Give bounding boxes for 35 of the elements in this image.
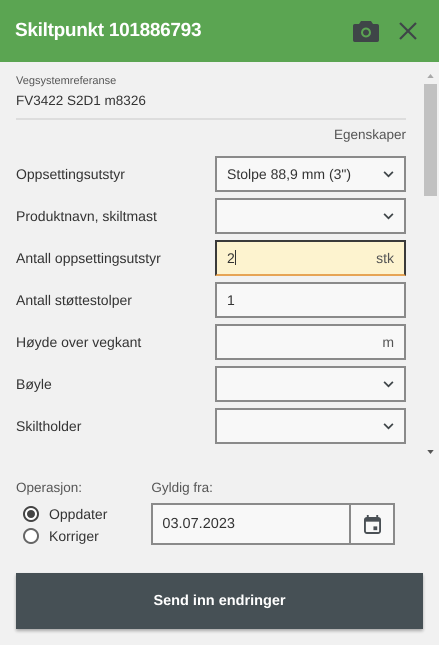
field-label: Antall støttestolper [16,292,133,308]
chevron-down-icon [383,212,394,220]
input-field[interactable]: 2 stk [215,240,406,276]
dropdown-field[interactable] [215,408,406,444]
field-label: Bøyle [16,376,53,392]
radio-option[interactable]: Oppdater [23,503,108,525]
unit-label: stk [376,250,394,266]
submit-button[interactable]: Send inn endringer [16,573,423,629]
unit-label: m [382,334,394,350]
reference-value: FV3422 S2D1 m8326 [16,93,147,108]
section-title: Egenskaper [332,127,406,142]
field-label: Oppsettingsutstyr [16,166,126,182]
scroll-up-icon[interactable] [426,74,434,78]
date-label: Gyldig fra: [151,480,214,495]
date-field[interactable]: 03.07.2023 [151,503,396,545]
dropdown-field[interactable] [215,198,406,234]
chevron-down-icon [383,380,394,388]
close-icon[interactable] [399,22,417,40]
scroll-down-icon[interactable] [426,450,434,454]
chevron-down-icon [383,170,394,178]
operation-label: Operasjon: [16,480,84,495]
camera-icon[interactable] [353,20,379,42]
input-field[interactable]: 1 [215,282,406,318]
reference-label: Vegsystemreferanse [16,75,118,87]
field-label: Høyde over vegkant [16,334,142,350]
calendar-icon [364,514,381,534]
field-label: Skiltholder [16,418,82,434]
input-field[interactable]: m [215,324,406,360]
dropdown-field[interactable]: Stolpe 88,9 mm (3") [215,156,406,192]
chevron-down-icon [383,422,394,430]
radio-option[interactable]: Korriger [23,525,108,547]
field-label: Antall oppsettingsutstyr [16,250,162,266]
window-title: Skiltpunkt 101886793 [15,20,202,42]
field-label: Produktnavn, skiltmast [16,208,158,224]
dropdown-field[interactable] [215,366,406,402]
